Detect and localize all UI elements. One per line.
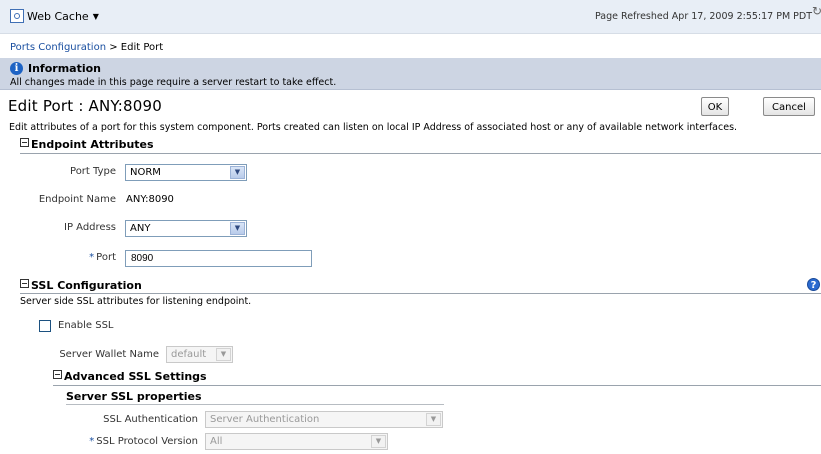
endpoint-attributes-header[interactable]: Endpoint Attributes xyxy=(20,138,154,151)
collapse-icon xyxy=(20,279,29,288)
breadcrumb: Ports Configuration > Edit Port xyxy=(10,42,163,53)
web-cache-menu[interactable]: Web Cache ▼ xyxy=(10,8,99,24)
chevron-down-icon: ▼ xyxy=(426,413,441,426)
port-type-value: NORM xyxy=(130,167,161,178)
section-divider xyxy=(20,153,821,154)
chevron-down-icon: ▼ xyxy=(230,222,245,235)
ssl-protocol-version-value: All xyxy=(210,436,223,447)
enable-ssl-label: Enable SSL xyxy=(58,320,114,331)
ssl-authentication-value: Server Authentication xyxy=(210,414,320,425)
port-label: * Port xyxy=(30,252,116,263)
server-wallet-select[interactable]: default ▼ xyxy=(166,346,233,363)
section-divider xyxy=(53,385,821,386)
information-title: Information xyxy=(28,62,101,75)
chevron-down-icon: ▼ xyxy=(230,166,245,179)
ssl-configuration-header[interactable]: SSL Configuration xyxy=(20,279,142,292)
collapse-icon xyxy=(20,138,29,147)
ssl-protocol-version-label: * SSL Protocol Version xyxy=(66,436,198,447)
collapse-icon xyxy=(53,370,62,379)
server-wallet-name-label: Server Wallet Name xyxy=(59,349,159,360)
page-title: Edit Port : ANY:8090 xyxy=(8,97,163,115)
server-wallet-value: default xyxy=(171,349,207,360)
ssl-description: Server side SSL attributes for listening… xyxy=(20,296,252,307)
advanced-ssl-settings-header[interactable]: Advanced SSL Settings xyxy=(53,370,207,383)
web-cache-icon xyxy=(10,9,24,23)
information-icon: i xyxy=(10,62,23,75)
breadcrumb-ports-configuration-link[interactable]: Ports Configuration xyxy=(10,42,106,53)
chevron-down-icon: ▼ xyxy=(92,11,99,21)
advanced-ssl-settings-heading: Advanced SSL Settings xyxy=(64,370,207,383)
ssl-protocol-version-select[interactable]: All ▼ xyxy=(205,433,388,450)
port-label-text: Port xyxy=(96,252,116,263)
required-icon: * xyxy=(89,252,95,263)
refresh-icon[interactable]: ↻ xyxy=(812,4,821,18)
help-icon[interactable]: ? xyxy=(807,278,820,291)
port-input[interactable] xyxy=(125,250,312,267)
information-text: All changes made in this page require a … xyxy=(10,77,337,88)
required-icon: * xyxy=(89,436,95,447)
ssl-protocol-version-label-text: SSL Protocol Version xyxy=(96,436,198,447)
subsection-divider xyxy=(66,404,444,405)
cancel-button[interactable]: Cancel xyxy=(763,97,815,116)
ssl-authentication-select[interactable]: Server Authentication ▼ xyxy=(205,411,443,428)
ip-address-value: ANY xyxy=(130,223,151,234)
port-type-select[interactable]: NORM ▼ xyxy=(125,164,247,181)
section-divider xyxy=(20,293,821,294)
port-type-label: Port Type xyxy=(70,166,116,177)
endpoint-attributes-heading: Endpoint Attributes xyxy=(31,138,154,151)
endpoint-name-label: Endpoint Name xyxy=(38,194,116,205)
ssl-configuration-heading: SSL Configuration xyxy=(31,279,142,292)
ssl-authentication-label: SSL Authentication xyxy=(103,414,198,425)
endpoint-name-value: ANY:8090 xyxy=(126,194,174,205)
breadcrumb-current: Edit Port xyxy=(120,42,164,53)
chevron-down-icon: ▼ xyxy=(216,348,231,361)
page-refreshed-timestamp: Page Refreshed Apr 17, 2009 2:55:17 PM P… xyxy=(595,11,813,22)
web-cache-menu-label: Web Cache xyxy=(27,9,89,23)
breadcrumb-separator: > xyxy=(109,42,118,53)
ip-address-label: IP Address xyxy=(64,222,116,233)
ok-button[interactable]: OK xyxy=(701,97,729,116)
ip-address-select[interactable]: ANY ▼ xyxy=(125,220,247,237)
enable-ssl-checkbox[interactable] xyxy=(39,320,51,332)
chevron-down-icon: ▼ xyxy=(371,435,386,448)
page-description: Edit attributes of a port for this syste… xyxy=(9,122,738,133)
server-ssl-properties-heading: Server SSL properties xyxy=(66,390,202,403)
